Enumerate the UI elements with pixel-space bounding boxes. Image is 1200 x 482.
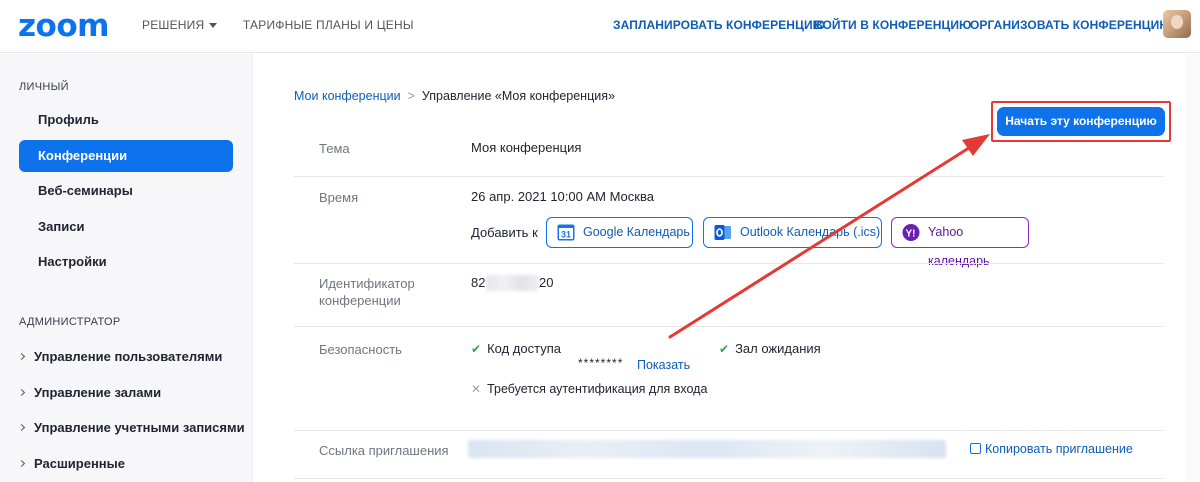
annotation-arrow xyxy=(668,134,990,339)
